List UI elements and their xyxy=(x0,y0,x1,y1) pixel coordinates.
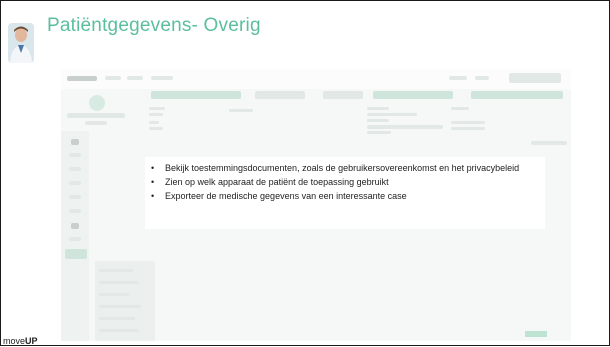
screenshot-button xyxy=(525,331,547,337)
doctor-avatar-icon xyxy=(8,23,34,63)
slide: Patiëntgegevens- Overig • Bekijk toestem… xyxy=(0,0,610,346)
bullet-marker: • xyxy=(151,163,155,173)
app-sidebar xyxy=(61,131,89,341)
brand-logo: moveUP xyxy=(3,336,38,346)
bullet-overlay: • Bekijk toestemmingsdocumenten, zoals d… xyxy=(145,157,545,229)
bullet-list: • Bekijk toestemmingsdocumenten, zoals d… xyxy=(145,161,545,203)
bullet-text: Bekijk toestemmingsdocumenten, zoals de … xyxy=(165,163,520,173)
app-screenshot: • Bekijk toestemmingsdocumenten, zoals d… xyxy=(61,69,571,341)
list-item: • Exporteer de medische gegevens van een… xyxy=(145,189,545,203)
list-item: • Bekijk toestemmingsdocumenten, zoals d… xyxy=(145,161,545,175)
bullet-text: Zien op welk apparaat de patiënt de toep… xyxy=(165,177,389,187)
bullet-marker: • xyxy=(151,191,155,201)
bullet-marker: • xyxy=(151,177,155,187)
list-item: • Zien op welk apparaat de patiënt de to… xyxy=(145,175,545,189)
bullet-text: Exporteer de medische gegevens van een i… xyxy=(165,191,407,201)
slide-title: Patiëntgegevens- Overig xyxy=(47,15,261,36)
